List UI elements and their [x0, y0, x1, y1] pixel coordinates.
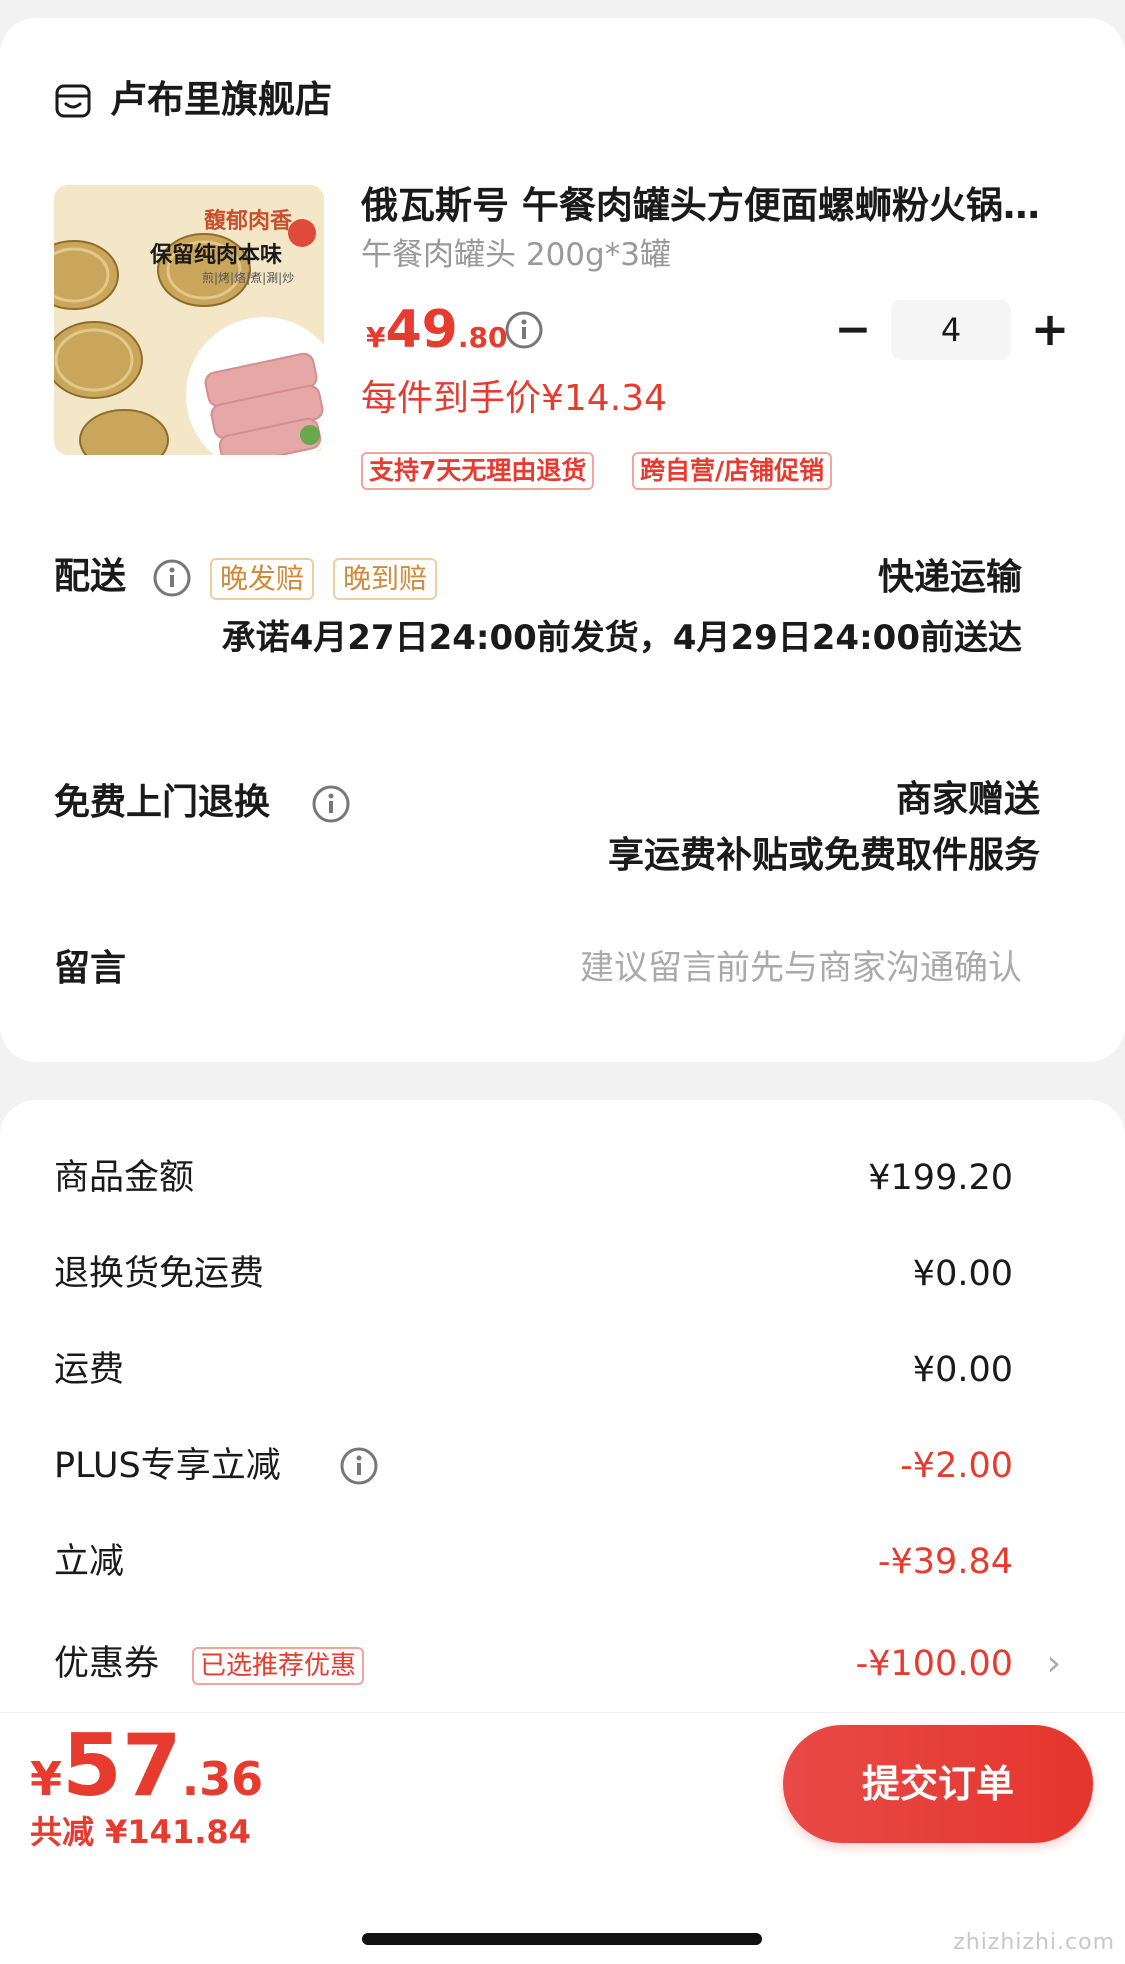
coupon-recommended-tag: 已选推荐优惠: [192, 1647, 365, 1685]
message-label: 留言: [54, 948, 127, 989]
order-card: [0, 18, 1125, 1062]
return-shipping-label: 退换货免运费: [54, 1254, 265, 1294]
product-price: ¥49.80: [366, 300, 507, 372]
price-integer: 49: [385, 300, 458, 360]
late-arrive-badge: 晚到赔: [333, 558, 438, 600]
coupon-value[interactable]: -¥100.00: [856, 1639, 1013, 1689]
product-image[interactable]: 馥郁肉香 保留纯肉本味 煎|烤|烙|煮|涮|炒: [54, 185, 324, 455]
shipping-fee-label: 运费: [54, 1350, 125, 1390]
delivery-info-icon[interactable]: [152, 558, 192, 598]
home-indicator[interactable]: [362, 1933, 762, 1945]
delivery-method[interactable]: 快递运输: [878, 553, 1022, 603]
delivery-label: 配送: [54, 556, 127, 597]
unit-price: 每件到手价¥14.34: [361, 378, 667, 419]
free-return-label: 免费上门退换: [54, 782, 271, 823]
plus-discount-value: -¥2.00: [900, 1446, 1013, 1486]
total-saved: 共减 ¥141.84: [30, 1813, 251, 1851]
submit-order-button[interactable]: 提交订单: [783, 1725, 1093, 1843]
product-image-headline: 馥郁肉香: [204, 209, 293, 234]
total-integer: 57: [62, 1716, 182, 1816]
quantity-decrease-button[interactable]: −: [828, 300, 878, 360]
goods-amount-label: 商品金额: [54, 1158, 195, 1198]
coupon-label[interactable]: 优惠券: [54, 1639, 159, 1689]
instant-discount-label: 立减: [54, 1542, 125, 1582]
price-currency: ¥: [366, 321, 386, 354]
product-image-subline: 保留纯肉本味: [150, 243, 283, 268]
free-return-value: 商家赠送: [895, 779, 1040, 820]
shipping-fee-value: ¥0.00: [912, 1350, 1013, 1390]
plus-discount-label: PLUS专享立减: [54, 1446, 281, 1486]
instant-discount-value: -¥39.84: [877, 1542, 1013, 1582]
quantity-increase-button[interactable]: +: [1025, 300, 1075, 360]
delivery-promise: 承诺4月27日24:00前发货，4月29日24:00前送达: [221, 618, 1022, 658]
promotion-tag: 跨自营/店铺促销: [632, 452, 833, 490]
plus-discount-info-icon[interactable]: [339, 1446, 379, 1486]
product-image-footline: 煎|烤|烙|煮|涮|炒: [202, 271, 295, 285]
product-title[interactable]: 俄瓦斯号 午餐肉罐头方便面螺蛳粉火锅食材: [361, 181, 1051, 231]
product-spec[interactable]: 午餐肉罐头 200g*3罐: [361, 234, 671, 276]
total-currency: ¥: [30, 1752, 63, 1806]
late-ship-badge: 晚发赔: [210, 558, 315, 600]
watermark: zhizhizhi.com: [953, 1930, 1115, 1955]
total-decimal: .36: [181, 1752, 264, 1806]
store-icon[interactable]: [54, 82, 92, 120]
price-decimal: .80: [457, 321, 508, 354]
return-policy-tag: 支持7天无理由退货: [361, 452, 595, 490]
message-input[interactable]: [462, 942, 1022, 994]
quantity-input[interactable]: 4: [891, 300, 1011, 360]
free-return-info-icon[interactable]: [311, 784, 351, 824]
price-info-icon[interactable]: [504, 310, 544, 350]
goods-amount-value: ¥199.20: [868, 1158, 1013, 1198]
return-shipping-value: ¥0.00: [912, 1254, 1013, 1294]
chevron-right-icon[interactable]: ›: [1047, 1639, 1061, 1689]
store-name[interactable]: 卢布里旗舰店: [110, 76, 332, 124]
free-return-detail: 享运费补贴或免费取件服务: [607, 835, 1040, 876]
